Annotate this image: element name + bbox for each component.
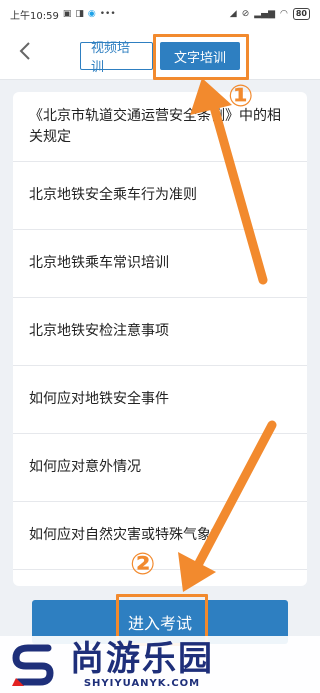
list-item[interactable]: 如何应对意外情况 — [13, 434, 307, 502]
watermark-subtitle: SHYIYUANYK.COM — [83, 677, 201, 689]
status-left: 上午10:59 ▣ ◨ ◉ ••• — [10, 7, 116, 22]
watermark-logo-icon — [0, 636, 70, 693]
list-item-label: 北京地铁乘车常识培训 — [29, 255, 169, 271]
signal-icon: ▂▄▆ — [254, 8, 275, 19]
list-item[interactable]: 《北京市轨道交通运营安全条例》中的相关规定 — [13, 92, 307, 162]
wifi-icon: ◠ — [280, 8, 288, 19]
list-item[interactable]: 如何应对地铁安全事件 — [13, 366, 307, 434]
tab-video-training[interactable]: 视频培训 — [80, 41, 153, 75]
list-item-label: 如何应对地铁安全事件 — [29, 391, 169, 407]
chevron-left-icon — [19, 42, 30, 60]
list-item-label: 如何应对自然灾害或特殊气象？ — [29, 527, 225, 543]
more-icon: ••• — [99, 8, 116, 19]
status-bar: 上午10:59 ▣ ◨ ◉ ••• ◢ ⊘ ▂▄▆ ◠ 80 — [0, 0, 320, 28]
list-item[interactable]: 北京地铁安全乘车行为准则 — [13, 162, 307, 230]
location-icon: ◢ — [229, 8, 237, 19]
status-time: 上午10:59 — [10, 10, 59, 22]
nav-bar: 视频培训 文字培训 — [0, 28, 320, 80]
silent-icon: ⊘ — [241, 8, 250, 19]
step-one-badge: ① — [228, 79, 254, 114]
message-icon: ▣ — [62, 8, 72, 19]
list-item-label: 如何应对意外情况 — [29, 459, 141, 475]
battery-icon: 80 — [292, 8, 310, 20]
tab-text-training[interactable]: 文字培训 — [160, 42, 240, 70]
training-list: 《北京市轨道交通运营安全条例》中的相关规定 北京地铁安全乘车行为准则 北京地铁乘… — [13, 92, 307, 586]
status-right: ◢ ⊘ ▂▄▆ ◠ 80 — [230, 8, 310, 20]
notification-icon: ◨ — [75, 8, 84, 19]
list-item[interactable]: 北京地铁安检注意事项 — [13, 298, 307, 366]
watermark: 尚游乐园 SHYIYUANYK.COM — [0, 636, 320, 693]
back-button[interactable] — [12, 38, 38, 64]
list-item[interactable]: 如何应对自然灾害或特殊气象？ — [13, 502, 307, 570]
step-two-badge: ② — [130, 547, 156, 582]
chat-icon: ◉ — [87, 8, 96, 19]
watermark-title: 尚游乐园 — [70, 638, 214, 679]
list-item-label: 北京地铁安检注意事项 — [29, 323, 169, 339]
list-item[interactable]: 北京地铁乘车常识培训 — [13, 230, 307, 298]
list-item-label: 北京地铁安全乘车行为准则 — [29, 187, 197, 203]
watermark-text: 尚游乐园 SHYIYUANYK.COM — [70, 640, 214, 690]
